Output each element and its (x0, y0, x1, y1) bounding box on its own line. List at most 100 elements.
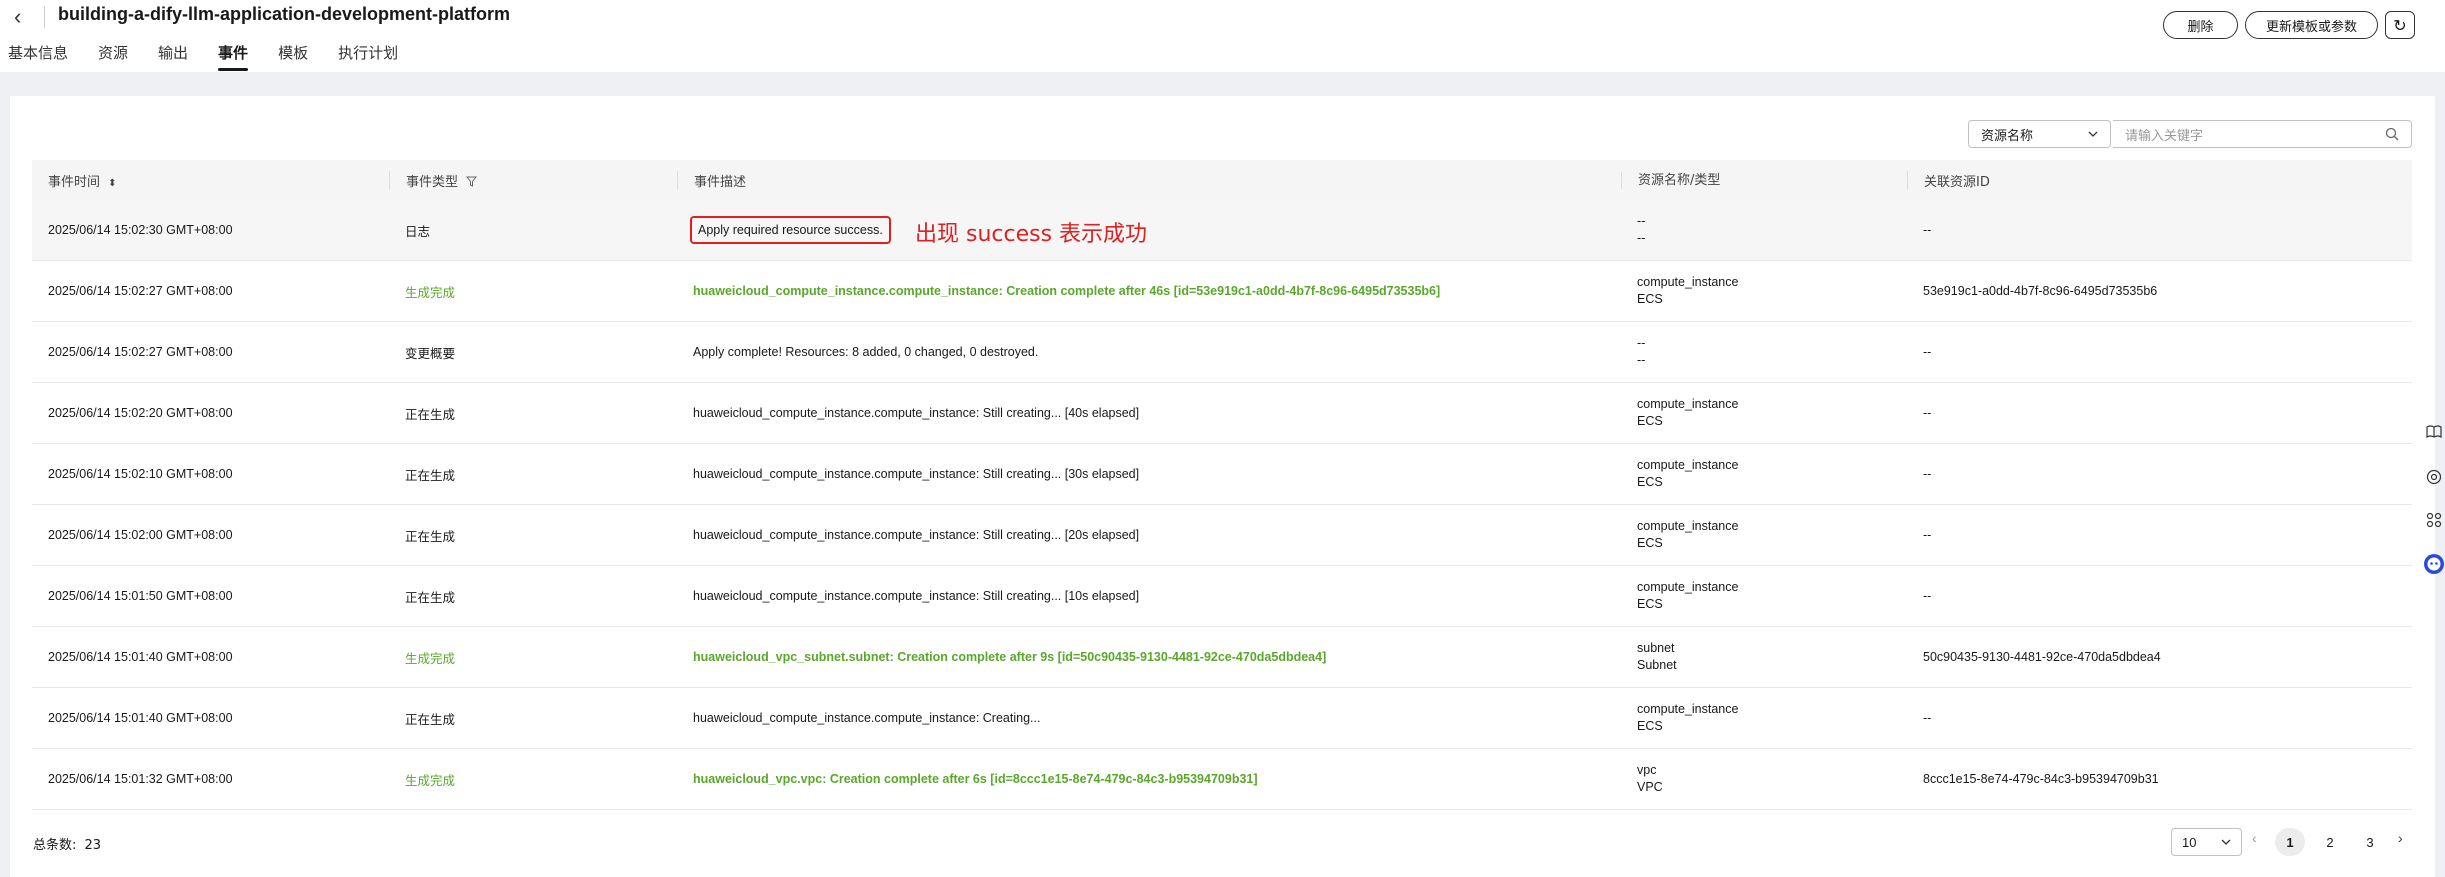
table-row: 2025/06/14 15:02:27 GMT+08:00 生成完成 huaweic… (32, 261, 2412, 322)
cell-desc: Apply complete! Resources: 8 added, 0 ch… (677, 345, 1621, 359)
delete-button[interactable]: 删除 (2163, 11, 2238, 39)
column-header-time[interactable]: 事件时间 ⬍ (32, 171, 389, 190)
resource-name: -- (1637, 336, 1646, 350)
cell-time: 2025/06/14 15:02:27 GMT+08:00 (48, 345, 233, 359)
table-row: 2025/06/14 15:01:32 GMT+08:00 生成完成 huaweic… (32, 749, 2412, 810)
cell-resource: -- -- (1621, 335, 1907, 369)
table-row: 2025/06/14 15:01:40 GMT+08:00 正在生成 huaweic… (32, 688, 2412, 749)
cell-time: 2025/06/14 15:02:00 GMT+08:00 (48, 528, 233, 542)
resource-type: ECS (1637, 414, 1663, 428)
resource-name: subnet (1637, 641, 1675, 655)
cell-desc: huaweicloud_compute_instance.compute_ins… (677, 528, 1621, 542)
cell-type: 日志 (405, 223, 431, 239)
filter-icon[interactable] (466, 176, 478, 187)
cell-resource: compute_instance ECS (1621, 518, 1907, 552)
table-row: 2025/06/14 15:02:27 GMT+08:00 变更概要 Apply c… (32, 322, 2412, 383)
resource-name: vpc (1637, 763, 1657, 777)
search-icon[interactable] (2385, 127, 2399, 141)
cell-type: 正在生成 (405, 589, 456, 605)
resource-name: -- (1637, 214, 1646, 228)
desc-text: huaweicloud_compute_instance.compute_ins… (693, 711, 1041, 725)
search-placeholder: 请输入关键字 (2125, 128, 2204, 144)
cell-resource-id: 53e919c1-a0dd-4b7f-8c96-6495d73535b6 (1923, 284, 2158, 298)
resource-name: compute_instance (1637, 580, 1739, 594)
total-count: 总条数: 23 (33, 834, 101, 853)
desc-text: huaweicloud_compute_instance.compute_ins… (693, 528, 1140, 542)
table-row: 2025/06/14 15:02:10 GMT+08:00 正在生成 huaweic… (32, 444, 2412, 505)
back-arrow-icon[interactable]: ‹ (14, 4, 21, 30)
resource-type: ECS (1637, 719, 1663, 733)
page-2[interactable]: 2 (2315, 828, 2345, 856)
cell-resource-id: -- (1923, 406, 1932, 420)
book-icon[interactable] (2422, 420, 2445, 444)
cell-desc: huaweicloud_vpc.vpc: Creation complete a… (677, 772, 1621, 786)
resource-type: ECS (1637, 536, 1663, 550)
resource-name: compute_instance (1637, 519, 1739, 533)
tab-basic-info[interactable]: 基本信息 (8, 42, 68, 71)
prev-page-icon[interactable]: ‹ (2252, 830, 2257, 846)
tab-events[interactable]: 事件 (218, 42, 249, 71)
filter-select-value: 资源名称 (1981, 128, 2034, 144)
column-header-desc: 事件描述 (677, 170, 1621, 190)
desc-text: huaweicloud_compute_instance.compute_ins… (693, 467, 1140, 481)
resource-type: ECS (1637, 475, 1663, 489)
desc-text: huaweicloud_vpc_subnet.subnet: Creation … (693, 650, 1327, 664)
cell-resource-id: -- (1923, 345, 1932, 359)
table-header: 事件时间 ⬍ 事件类型 事件描述 资源名称/类型 关联资源ID (32, 160, 2412, 200)
page-title: building-a-dify-llm-application-developm… (58, 4, 510, 24)
filter-select[interactable]: 资源名称 (1968, 120, 2111, 148)
resource-type: -- (1637, 231, 1646, 245)
page-size-select[interactable]: 10 (2171, 828, 2242, 856)
cell-type: 生成完成 (405, 284, 456, 300)
total-label: 总条数: (33, 838, 77, 853)
cell-desc: huaweicloud_vpc_subnet.subnet: Creation … (677, 650, 1621, 664)
page-3[interactable]: 3 (2355, 828, 2385, 856)
success-highlight-box: Apply required resource success. (690, 216, 891, 244)
chevron-down-icon (2088, 131, 2098, 137)
cell-type: 生成完成 (405, 650, 456, 666)
cell-time: 2025/06/14 15:02:10 GMT+08:00 (48, 467, 233, 481)
cell-desc: huaweicloud_compute_instance.compute_ins… (677, 711, 1621, 725)
table-row: 2025/06/14 15:01:40 GMT+08:00 生成完成 huaweic… (32, 627, 2412, 688)
divider (44, 6, 45, 28)
refresh-icon[interactable]: ↻ (2385, 11, 2415, 39)
cell-resource-id: -- (1923, 467, 1932, 481)
table-row: 2025/06/14 15:02:30 GMT+08:00 日志 Apply req… (32, 200, 2412, 261)
cell-resource-id: -- (1923, 528, 1932, 542)
resource-type: VPC (1637, 780, 1663, 794)
table-row: 2025/06/14 15:01:50 GMT+08:00 正在生成 huaweic… (32, 566, 2412, 627)
cell-desc: huaweicloud_compute_instance.compute_ins… (677, 467, 1621, 481)
desc-text: huaweicloud_compute_instance.compute_ins… (693, 406, 1140, 420)
tab-resources[interactable]: 资源 (98, 42, 128, 71)
update-template-button[interactable]: 更新模板或参数 (2245, 11, 2378, 39)
desc-text: Apply complete! Resources: 8 added, 0 ch… (693, 345, 1039, 359)
top-bar: ‹ building-a-dify-llm-application-develo… (0, 0, 2445, 72)
column-header-type[interactable]: 事件类型 (389, 170, 677, 190)
page-1[interactable]: 1 (2275, 828, 2305, 856)
resource-name: compute_instance (1637, 458, 1739, 472)
tab-outputs[interactable]: 输出 (158, 42, 188, 71)
tab-template[interactable]: 模板 (278, 42, 308, 71)
cell-time: 2025/06/14 15:02:20 GMT+08:00 (48, 406, 233, 420)
resource-type: Subnet (1637, 658, 1677, 672)
search-input[interactable]: 请输入关键字 (2113, 120, 2412, 148)
cell-resource-id: -- (1923, 589, 1932, 603)
assistant-icon[interactable] (2422, 552, 2445, 576)
cell-resource: compute_instance ECS (1621, 457, 1907, 491)
apps-icon[interactable] (2422, 508, 2445, 532)
next-page-icon[interactable]: › (2398, 830, 2403, 846)
cell-type: 正在生成 (405, 711, 456, 727)
annotation-text: 出现 success 表示成功 (915, 222, 1148, 247)
cell-time: 2025/06/14 15:01:40 GMT+08:00 (48, 711, 233, 725)
sort-icon[interactable]: ⬍ (108, 178, 116, 189)
support-icon[interactable] (2422, 465, 2445, 489)
resource-name: compute_instance (1637, 397, 1739, 411)
cell-resource: compute_instance ECS (1621, 396, 1907, 430)
desc-text: huaweicloud_vpc.vpc: Creation complete a… (693, 772, 1258, 786)
cell-resource: subnet Subnet (1621, 640, 1907, 674)
cell-type: 正在生成 (405, 467, 456, 483)
cell-time: 2025/06/14 15:01:50 GMT+08:00 (48, 589, 233, 603)
cell-desc: huaweicloud_compute_instance.compute_ins… (677, 589, 1621, 603)
tab-execution-plan[interactable]: 执行计划 (338, 42, 398, 71)
cell-resource: vpc VPC (1621, 762, 1907, 796)
